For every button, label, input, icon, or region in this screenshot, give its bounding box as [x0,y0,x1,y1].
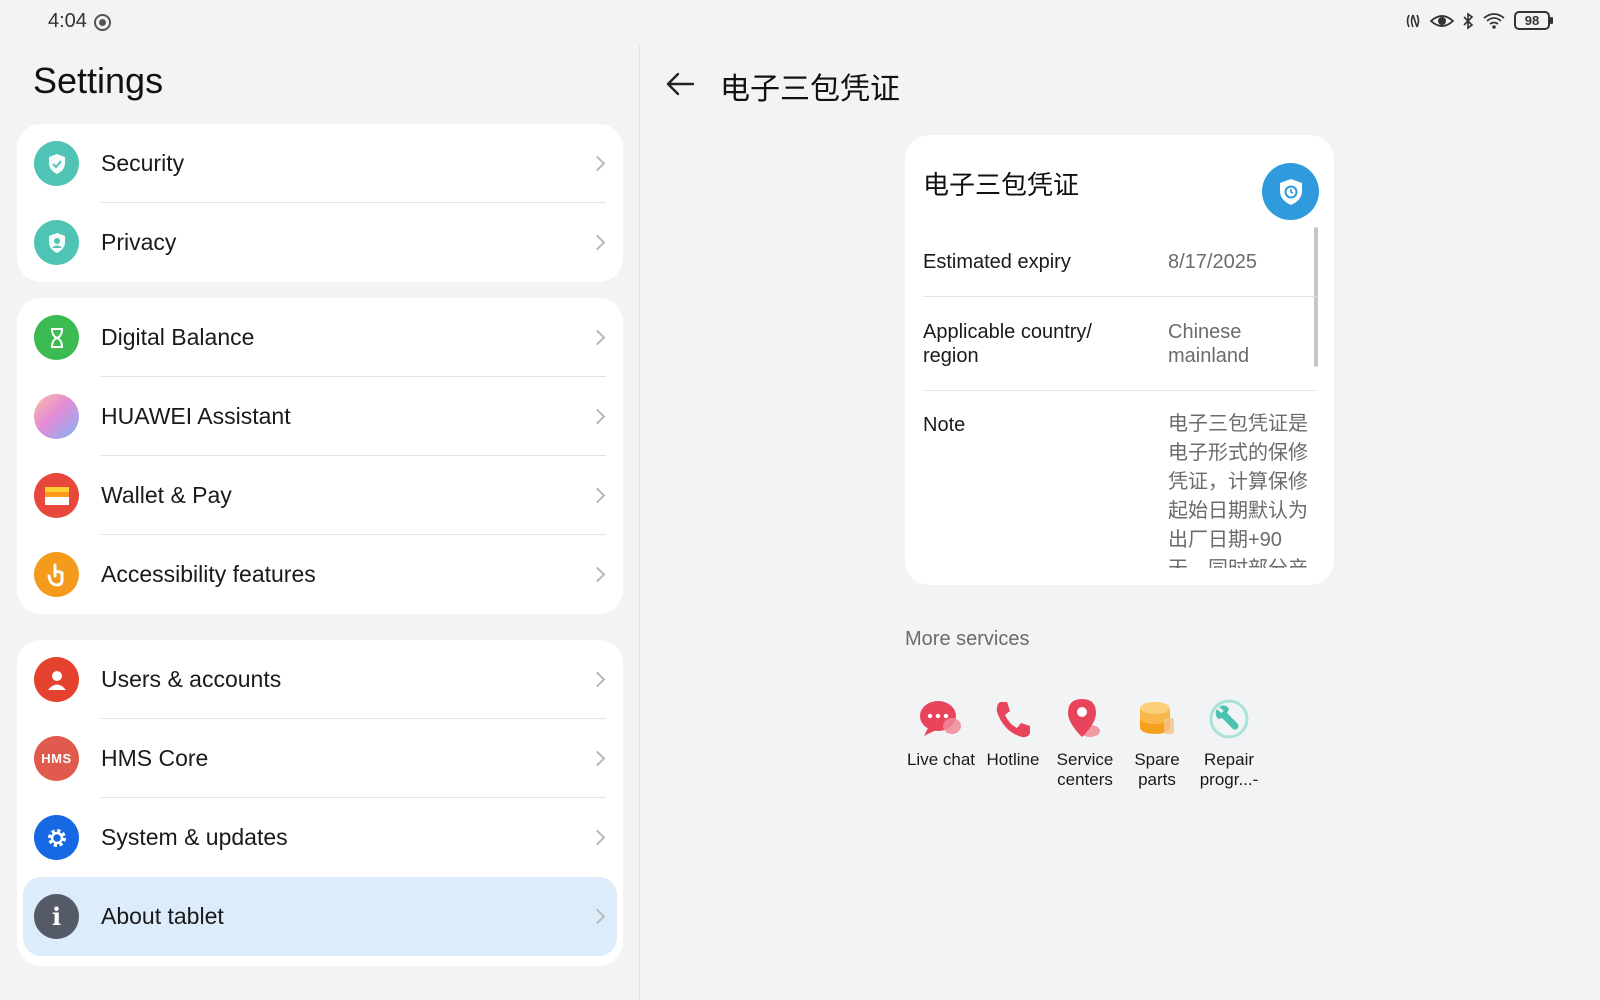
hand-icon [34,552,79,597]
bluetooth-icon [1463,11,1474,30]
sidebar-item-system-updates[interactable]: System & updates [17,798,623,877]
settings-group-security: Security Privacy [17,124,623,282]
hotline-button[interactable]: Hotline [977,694,1049,790]
nfc-icon [1406,14,1420,27]
warranty-card: 电子三包凭证 Estimated expiry 8/17/2025 Applic… [905,135,1334,585]
status-time: 4:04 [48,10,87,32]
sidebar-item-label: Security [101,150,185,176]
card-title: 电子三包凭证 [923,170,1080,200]
chevron-right-icon [589,487,606,504]
wrench-icon [1204,694,1254,744]
live-chat-button[interactable]: Live chat [905,694,977,790]
location-icon [1060,694,1110,744]
estimated-expiry-key: Estimated expiry [923,251,1071,273]
notification-icon [94,14,111,31]
wifi-icon [1483,12,1505,29]
note-value: 电子三包凭证是电子形式的保修凭证，计算保修起始日期默认为出厂日期+90天，同时部… [1168,413,1308,568]
chevron-right-icon [589,155,606,172]
service-centers-button[interactable]: Service centers [1049,694,1121,790]
page-title: Settings [33,60,164,101]
sidebar-item-digital-balance[interactable]: Digital Balance [17,298,623,377]
sidebar-item-accessibility[interactable]: Accessibility features [17,535,623,614]
country-region-value: Chinese mainland [1168,321,1250,367]
scrollbar[interactable] [1314,227,1318,367]
sidebar-item-label: About tablet [101,903,224,929]
panel-divider [639,44,640,1000]
sidebar-item-label: Wallet & Pay [101,482,232,508]
chevron-right-icon [589,750,606,767]
service-label: Live chat [906,750,976,769]
status-bar: 4:04 98 [0,0,1600,44]
sidebar-item-label: Users & accounts [101,666,282,692]
chevron-right-icon [589,408,606,425]
country-region-key: Applicable country/ region [923,321,1092,367]
hourglass-icon [34,315,79,360]
phone-icon [988,694,1038,744]
sidebar-item-label: Digital Balance [101,324,255,350]
settings-group-system: Users & accounts HMS HMS Core System & u… [17,640,623,966]
chevron-right-icon [589,234,606,251]
warranty-shield-icon [1262,163,1319,220]
estimated-expiry-value: 8/17/2025 [1168,251,1257,273]
service-label: Service centers [1056,750,1114,789]
user-icon [34,657,79,702]
sidebar-item-users-accounts[interactable]: Users & accounts [17,640,623,719]
sidebar-item-label: Accessibility features [101,561,316,587]
sidebar-item-huawei-assistant[interactable]: HUAWEI Assistant [17,377,623,456]
chevron-right-icon [589,829,606,846]
battery-icon: 98 [1514,11,1553,30]
repair-progress-button[interactable]: Repair progr...- [1193,694,1265,790]
sidebar-item-privacy[interactable]: Privacy [17,203,623,282]
service-label: Repair progr...- [1199,750,1259,789]
note-key: Note [923,414,966,436]
info-icon: i [34,894,79,939]
service-label: Spare parts [1134,750,1180,789]
sidebar-item-label: HMS Core [101,745,209,771]
back-arrow-icon[interactable] [664,68,696,100]
sidebar-item-label: HUAWEI Assistant [101,403,291,429]
service-label: Hotline [986,750,1040,769]
chat-icon [916,694,966,744]
more-services-title: More services [905,628,1030,650]
shield-check-icon [34,141,79,186]
sidebar-item-about-tablet[interactable]: i About tablet [23,877,617,956]
gear-icon [34,815,79,860]
detail-title: 电子三包凭证 [720,73,900,106]
hms-icon: HMS [34,736,79,781]
assistant-gradient-icon [34,394,79,439]
services-row: Live chat Hotline Service centers Spare … [905,694,1265,790]
chevron-right-icon [589,671,606,688]
divider [923,390,1317,391]
chevron-right-icon [589,329,606,346]
chevron-right-icon [589,566,606,583]
sidebar-item-wallet-pay[interactable]: Wallet & Pay [17,456,623,535]
divider [923,296,1317,297]
shield-person-icon [34,220,79,265]
sidebar-item-security[interactable]: Security [17,124,623,203]
settings-group-wellbeing: Digital Balance HUAWEI Assistant Wallet … [17,298,623,614]
parts-icon [1132,694,1182,744]
sidebar-item-label: System & updates [101,824,288,850]
wallet-icon [34,473,79,518]
sidebar-item-label: Privacy [101,229,177,255]
sidebar-item-hms-core[interactable]: HMS HMS Core [17,719,623,798]
chevron-right-icon [589,908,606,925]
eye-comfort-icon [1430,14,1454,27]
spare-parts-button[interactable]: Spare parts [1121,694,1193,790]
